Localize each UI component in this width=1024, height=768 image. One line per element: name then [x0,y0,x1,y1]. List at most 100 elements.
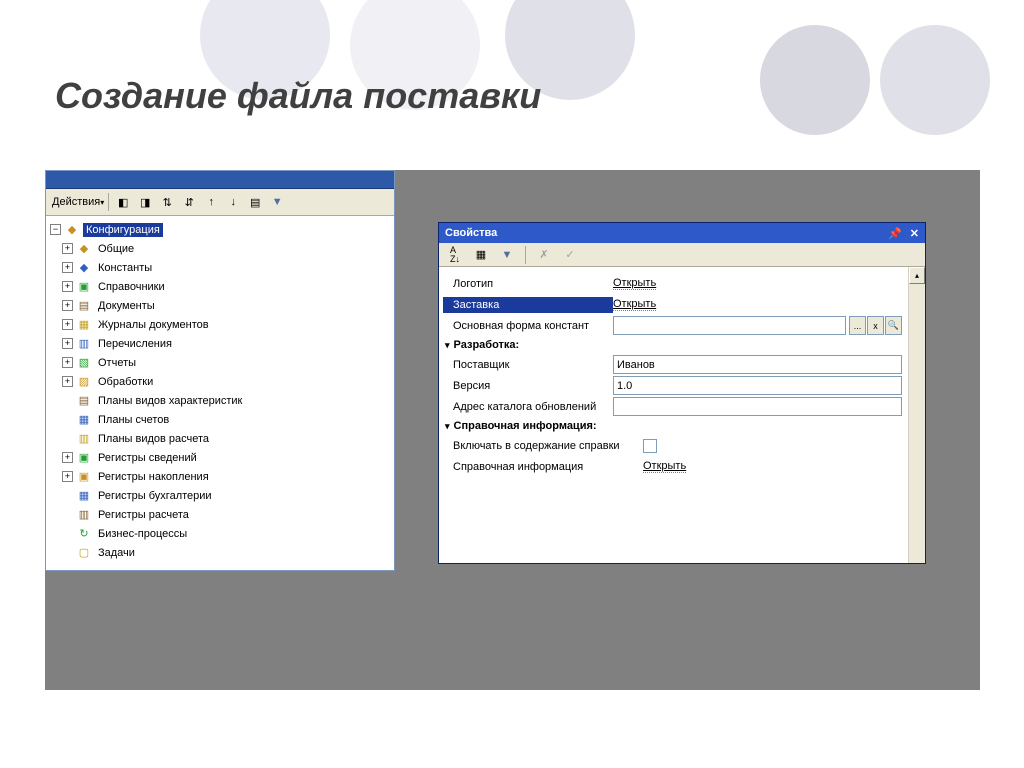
version-input[interactable] [613,376,902,395]
filter-icon[interactable]: ▼ [267,192,287,212]
open-link[interactable]: Открыть [643,460,686,473]
check-icon[interactable]: ✓ [560,245,580,265]
prop-label: Включать в содержание справки [443,440,643,452]
expand-icon[interactable]: + [62,262,73,273]
expand-icon[interactable]: + [62,338,73,349]
expand-icon[interactable]: + [62,243,73,254]
tree-item-icon: ▦ [76,317,92,333]
config-icon: ◆ [64,222,80,238]
expand-icon[interactable]: + [62,281,73,292]
tree-leaf-spacer [62,490,73,501]
tree-item-label: Перечисления [95,337,175,351]
update-url-input[interactable] [613,397,902,416]
properties-panel: Свойства 📌 ✕ AZ↓ ▦ ▼ ✗ ✓ Логотип Открыть… [438,222,926,564]
toolbar-icon[interactable]: ◧ [113,192,133,212]
tree-item[interactable]: +▧Отчеты [48,353,392,372]
prop-label: Версия [443,380,613,392]
tree-item-icon: ▤ [76,298,92,314]
expand-icon[interactable]: + [62,376,73,387]
config-tree-panel: Действия▾ ◧ ◨ ⇅ ⇵ ↑ ↓ ▤ ▼ − ◆ Конфигурац… [45,170,395,571]
tree-item-label: Константы [95,261,155,275]
tree-item[interactable]: +▣Справочники [48,277,392,296]
expand-icon[interactable]: + [62,471,73,482]
section-title: Разработка: [454,339,520,351]
tree-item[interactable]: ▢Задачи [48,543,392,562]
tree-item-icon: ▢ [76,545,92,561]
actions-menu[interactable]: Действия▾ [52,196,104,208]
tree-item[interactable]: ↻Бизнес-процессы [48,524,392,543]
toolbar-separator [525,246,526,264]
prop-row-version: Версия [443,375,904,396]
tree-item-icon: ▦ [76,412,92,428]
toolbar-icon[interactable]: ↑ [201,192,221,212]
actions-toolbar: Действия▾ ◧ ◨ ⇅ ⇵ ↑ ↓ ▤ ▼ [46,189,394,216]
section-development[interactable]: ▾ Разработка: [443,336,904,354]
prop-label-selected[interactable]: Заставка [443,297,613,313]
tree-item[interactable]: +▤Документы [48,296,392,315]
tree-item[interactable]: +▣Регистры сведений [48,448,392,467]
tree-item[interactable]: +▨Обработки [48,372,392,391]
toolbar-icon[interactable]: ⇵ [179,192,199,212]
prop-row-update-url: Адрес каталога обновлений [443,396,904,417]
tree-item[interactable]: ▥Планы видов расчета [48,429,392,448]
tree-item-label: Планы счетов [95,413,172,427]
const-form-input[interactable] [613,316,846,335]
toolbar-icon[interactable]: ◨ [135,192,155,212]
expand-icon[interactable]: + [62,300,73,311]
prop-label: Адрес каталога обновлений [443,401,613,413]
search-button[interactable]: 🔍 [885,316,902,335]
cancel-icon[interactable]: ✗ [534,245,554,265]
browse-button[interactable]: ... [849,316,866,335]
expand-icon[interactable]: + [62,357,73,368]
prop-label: Поставщик [443,359,613,371]
properties-titlebar[interactable]: Свойства 📌 ✕ [439,223,925,243]
expand-icon[interactable]: + [62,452,73,463]
config-tree: − ◆ Конфигурация +◆Общие+◆Константы+▣Спр… [46,216,394,570]
open-link[interactable]: Открыть [613,277,656,290]
sort-icon[interactable]: ▤ [245,192,265,212]
toolbar-icon[interactable]: ⇅ [157,192,177,212]
tree-item-label: Регистры бухгалтерии [95,489,215,503]
tree-item-icon: ▨ [76,374,92,390]
tree-item-icon: ▣ [76,450,92,466]
tree-item-icon: ◆ [76,260,92,276]
tree-item[interactable]: +▥Перечисления [48,334,392,353]
tree-item[interactable]: ▤Планы видов характеристик [48,391,392,410]
scrollbar[interactable]: ▴ [908,267,925,563]
tree-root[interactable]: − ◆ Конфигурация [48,220,392,239]
prop-label: Логотип [443,278,613,290]
tree-item-label: Общие [95,242,137,256]
tree-item[interactable]: +▦Журналы документов [48,315,392,334]
tree-item[interactable]: +◆Общие [48,239,392,258]
include-help-checkbox[interactable] [643,439,657,453]
section-help[interactable]: ▾ Справочная информация: [443,417,904,435]
filter-icon[interactable]: ▼ [497,245,517,265]
close-icon[interactable]: ✕ [910,227,919,240]
tree-item-icon: ▣ [76,279,92,295]
tree-item[interactable]: +▣Регистры накопления [48,467,392,486]
open-link[interactable]: Открыть [613,298,656,311]
scroll-up-button[interactable]: ▴ [909,267,925,284]
tree-item-icon: ↻ [76,526,92,542]
clear-button[interactable]: x [867,316,884,335]
pin-icon[interactable]: 📌 [888,227,902,240]
tree-item[interactable]: ▦Регистры бухгалтерии [48,486,392,505]
tree-item-label: Обработки [95,375,156,389]
category-icon[interactable]: ▦ [471,245,491,265]
tree-item-label: Регистры накопления [95,470,212,484]
tree-item[interactable]: ▥Регистры расчета [48,505,392,524]
tree-item[interactable]: +◆Константы [48,258,392,277]
panel-titlebar[interactable] [46,171,394,189]
collapse-icon[interactable]: − [50,224,61,235]
tree-item-icon: ▥ [76,336,92,352]
tree-root-label[interactable]: Конфигурация [83,223,163,237]
toolbar-icon[interactable]: ↓ [223,192,243,212]
tree-item[interactable]: ▦Планы счетов [48,410,392,429]
tree-item-label: Задачи [95,546,138,560]
sort-az-icon[interactable]: AZ↓ [445,245,465,265]
expand-icon[interactable]: + [62,319,73,330]
tree-leaf-spacer [62,395,73,406]
tree-leaf-spacer [62,528,73,539]
tree-item-icon: ▣ [76,469,92,485]
vendor-input[interactable] [613,355,902,374]
